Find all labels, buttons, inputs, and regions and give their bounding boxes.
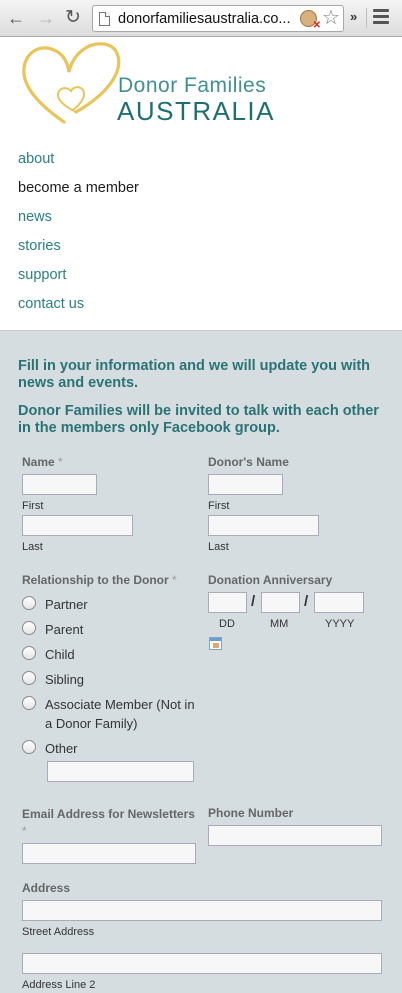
menu-icon[interactable] (373, 9, 389, 25)
anniversary-day-input[interactable] (208, 592, 247, 613)
main-navigation: about become a member news stories suppo… (18, 150, 139, 324)
donor-last-sublabel: Last (208, 541, 229, 553)
radio-label: Parent (45, 622, 84, 637)
anniversary-month-input[interactable] (261, 592, 300, 613)
blocked-cookie-icon[interactable] (300, 10, 321, 31)
day-sublabel: DD (219, 618, 235, 630)
address-line2-sublabel: Address Line 2 (22, 979, 96, 991)
donor-first-sublabel: First (208, 500, 230, 512)
email-input[interactable] (22, 843, 196, 864)
radio-button[interactable] (22, 740, 36, 754)
radio-button[interactable] (22, 646, 36, 660)
reload-icon[interactable]: ↻ (63, 8, 83, 28)
street-address-sublabel: Street Address (22, 926, 95, 938)
radio-label: Partner (45, 597, 88, 612)
address-line2-input[interactable] (22, 953, 382, 974)
name-last-input[interactable] (22, 515, 133, 536)
radio-button[interactable] (22, 696, 36, 710)
other-relationship-input[interactable] (47, 761, 194, 782)
radio-button[interactable] (22, 596, 36, 610)
radio-label: Associate Member (Not in a Donor Family) (45, 697, 195, 731)
form-intro-facebook: Donor Families will be invited to talk w… (18, 403, 379, 436)
forward-arrow-icon[interactable]: → (36, 8, 56, 28)
nav-news[interactable]: news (18, 208, 139, 237)
nav-support[interactable]: support (18, 266, 139, 295)
radio-button[interactable] (22, 671, 36, 685)
nav-about[interactable]: about (18, 150, 139, 179)
nav-stories[interactable]: stories (18, 237, 139, 266)
address-bar[interactable]: donorfamiliesaustralia.co... ☆ (92, 5, 344, 32)
url-text[interactable]: donorfamiliesaustralia.co... (118, 11, 298, 27)
street-address-input[interactable] (22, 900, 382, 921)
membership-form: Fill in your information and we will upd… (0, 330, 402, 993)
form-intro-news: Fill in your information and we will upd… (18, 358, 371, 391)
anniversary-label: Donation Anniversary (208, 573, 333, 587)
heart-logo-icon (22, 42, 121, 124)
radio-label: Child (45, 647, 75, 662)
address-label: Address (22, 881, 71, 895)
nav-contact-us[interactable]: contact us (18, 295, 139, 324)
radio-label: Sibling (45, 672, 85, 687)
toolbar-divider (366, 8, 367, 28)
relationship-label: Relationship to the Donor * (22, 573, 177, 587)
name-last-sublabel: Last (22, 541, 43, 553)
donor-last-input[interactable] (208, 515, 319, 536)
bookmark-star-icon[interactable]: ☆ (322, 7, 340, 29)
name-label: Name * (22, 455, 63, 469)
date-separator: / (251, 593, 256, 610)
radio-button[interactable] (22, 621, 36, 635)
email-label: Email Address for Newsletters * (22, 807, 195, 838)
phone-input[interactable] (208, 825, 382, 846)
back-arrow-icon[interactable]: ← (6, 8, 26, 28)
anniversary-year-input[interactable] (314, 592, 364, 613)
date-separator: / (304, 593, 309, 610)
name-first-input[interactable] (22, 474, 97, 495)
phone-label: Phone Number (208, 806, 294, 820)
extensions-overflow-icon[interactable]: » (350, 9, 357, 24)
donor-first-input[interactable] (208, 474, 283, 495)
browser-toolbar: ← → ↻ donorfamiliesaustralia.co... ☆ » (0, 0, 402, 37)
donor-name-label: Donor's Name (208, 455, 289, 469)
month-sublabel: MM (270, 618, 289, 630)
brand-line-1: Donor Families (118, 74, 267, 97)
radio-label: Other (45, 741, 78, 756)
nav-become-a-member[interactable]: become a member (18, 179, 139, 208)
page-icon (99, 12, 110, 26)
brand-line-2: AUSTRALIA (117, 96, 275, 126)
calendar-icon[interactable] (209, 637, 222, 650)
site-logo[interactable]: Donor Families AUSTRALIA (18, 40, 278, 130)
name-first-sublabel: First (22, 500, 44, 512)
year-sublabel: YYYY (325, 618, 355, 630)
